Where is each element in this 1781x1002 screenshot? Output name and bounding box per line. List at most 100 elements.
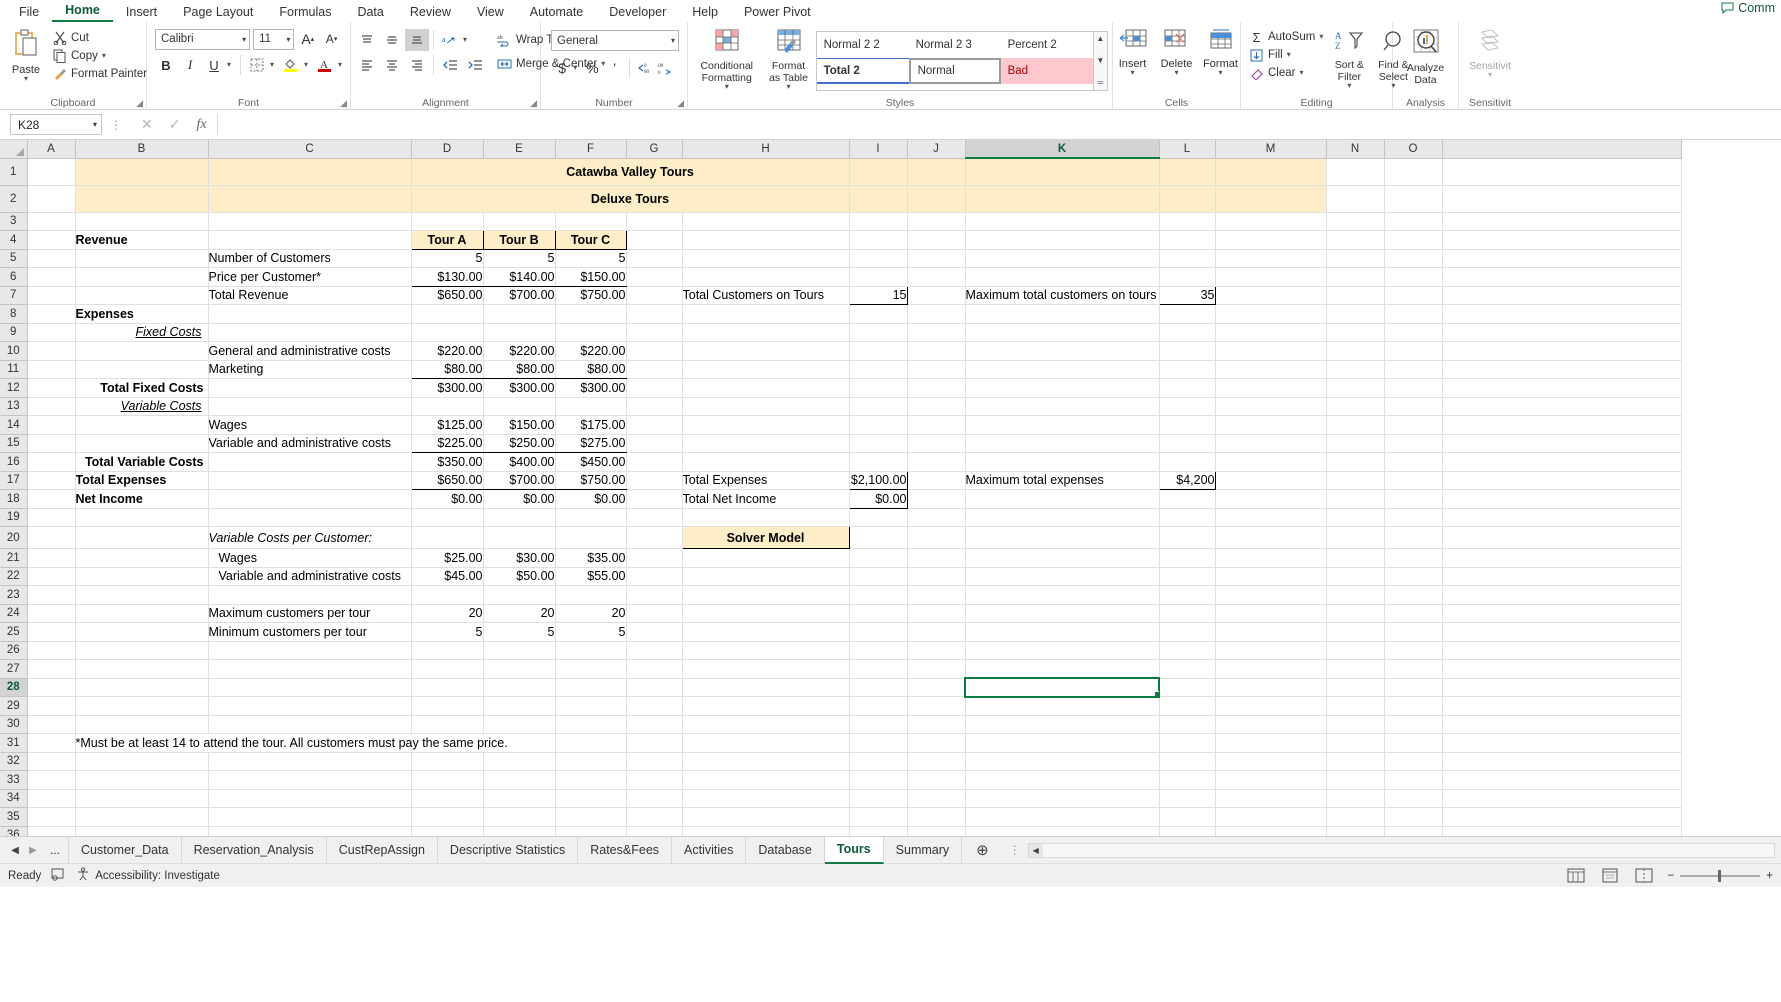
cell-e32[interactable] [483, 752, 556, 771]
cell-variable-admin-pc-tour-b[interactable]: $50.00 [483, 567, 556, 586]
cell-e35[interactable] [483, 807, 556, 827]
cell-p8[interactable] [1442, 304, 1682, 324]
cell-o9[interactable] [1384, 323, 1443, 342]
cell-k14[interactable] [965, 415, 1160, 435]
cell-c13[interactable] [208, 397, 412, 416]
cell-j12[interactable] [907, 378, 966, 398]
cell-i1[interactable] [849, 158, 908, 186]
cell-c19[interactable] [208, 508, 412, 527]
cell-j11[interactable] [907, 360, 966, 379]
cell-a5[interactable] [27, 249, 76, 268]
cell-n20[interactable] [1326, 526, 1385, 549]
cell-b26[interactable] [75, 641, 209, 660]
cell-e20[interactable] [483, 526, 556, 549]
row-header-9[interactable]: 9 [0, 323, 28, 342]
cell-a12[interactable] [27, 378, 76, 398]
cell-l19[interactable] [1159, 508, 1216, 527]
ribbon-tab-page-layout[interactable]: Page Layout [170, 3, 266, 22]
cell-i3[interactable] [849, 212, 908, 231]
cell-b22[interactable] [75, 567, 209, 586]
cell-f35[interactable] [555, 807, 627, 827]
cell-d29[interactable] [411, 696, 484, 716]
ribbon-tab-help[interactable]: Help [679, 3, 731, 22]
cell-total-net-income-value[interactable]: $0.00 [848, 489, 908, 509]
row-header-29[interactable]: 29 [0, 696, 28, 716]
cell-l22[interactable] [1159, 567, 1216, 586]
zoom-handle[interactable] [1718, 869, 1722, 882]
row-header-5[interactable]: 5 [0, 249, 28, 268]
cell-l5[interactable] [1159, 249, 1216, 268]
cell-m7[interactable] [1215, 286, 1327, 305]
cell-a23[interactable] [27, 585, 76, 605]
row-header-32[interactable]: 32 [0, 752, 28, 771]
cell-customers-tour-b[interactable]: 5 [483, 249, 556, 268]
cell-l23[interactable] [1159, 585, 1216, 605]
cell-j18[interactable] [907, 489, 966, 509]
borders-button[interactable] [246, 54, 268, 76]
align-middle-button[interactable] [380, 29, 404, 51]
ribbon-tab-developer[interactable]: Developer [596, 3, 679, 22]
cell-variable-admin-pc-tour-a[interactable]: $45.00 [411, 567, 484, 586]
cell-n23[interactable] [1326, 585, 1385, 605]
cell-o34[interactable] [1384, 789, 1443, 808]
spreadsheet-grid[interactable]: A B C D E F G H I J K L M N O 1 Catawba … [0, 140, 1781, 836]
cell-p34[interactable] [1442, 789, 1682, 808]
cell-i12[interactable] [849, 378, 908, 398]
cell-o6[interactable] [1384, 267, 1443, 287]
increase-font-size-button[interactable]: A ▴ [297, 28, 318, 50]
cell-n6[interactable] [1326, 267, 1385, 287]
fill-color-button[interactable] [280, 54, 302, 76]
cell-m28[interactable] [1215, 678, 1327, 697]
cell-o20[interactable] [1384, 526, 1443, 549]
cell-p12[interactable] [1442, 378, 1682, 398]
cell-g10[interactable] [626, 341, 683, 361]
cell-p23[interactable] [1442, 585, 1682, 605]
cell-wages-pc-tour-b[interactable]: $30.00 [483, 548, 556, 568]
insert-chevron-down-icon[interactable]: ▾ [1130, 69, 1134, 77]
cell-b10[interactable] [75, 341, 209, 361]
cell-b19[interactable] [75, 508, 209, 527]
cell-i27[interactable] [849, 659, 908, 679]
decrease-indent-button[interactable] [438, 54, 462, 76]
cell-i36[interactable] [849, 826, 908, 836]
cell-m10[interactable] [1215, 341, 1327, 361]
row-header-34[interactable]: 34 [0, 789, 28, 808]
cell-a26[interactable] [27, 641, 76, 660]
cell-m9[interactable] [1215, 323, 1327, 342]
column-header-d[interactable]: D [411, 140, 484, 159]
cell-p15[interactable] [1442, 434, 1682, 453]
cell-total-fixed-costs-label[interactable]: Total Fixed Costs [75, 378, 209, 398]
borders-chevron-down-icon[interactable]: ▾ [270, 61, 274, 69]
sheet-nav-next-icon[interactable]: ▶ [24, 845, 42, 856]
decrease-decimal-button[interactable]: .00 0 [655, 57, 677, 79]
align-top-button[interactable] [355, 29, 379, 51]
cell-c4[interactable] [208, 230, 412, 250]
cell-n22[interactable] [1326, 567, 1385, 586]
cell-j34[interactable] [907, 789, 966, 808]
row-header-3[interactable]: 3 [0, 212, 28, 231]
cell-number-of-customers-label[interactable]: Number of Customers [208, 249, 412, 268]
cell-j16[interactable] [907, 452, 966, 472]
cell-m19[interactable] [1215, 508, 1327, 527]
cell-c32[interactable] [208, 752, 412, 771]
cell-l28[interactable] [1159, 678, 1216, 697]
cell-g27[interactable] [626, 659, 683, 679]
cell-net-income-tour-c[interactable]: $0.00 [555, 489, 627, 509]
cell-k34[interactable] [965, 789, 1160, 808]
horizontal-scrollbar[interactable]: ◀ [1027, 842, 1775, 858]
sheet-tab-database[interactable]: Database [746, 836, 825, 864]
cell-i24[interactable] [849, 604, 908, 623]
cell-d19[interactable] [411, 508, 484, 527]
comma-format-button[interactable]: ’ [603, 57, 625, 79]
cell-a16[interactable] [27, 452, 76, 472]
cell-l34[interactable] [1159, 789, 1216, 808]
cell-n15[interactable] [1326, 434, 1385, 453]
cell-c34[interactable] [208, 789, 412, 808]
page-layout-view-icon[interactable] [1600, 868, 1620, 884]
cell-p22[interactable] [1442, 567, 1682, 586]
cell-e8[interactable] [483, 304, 556, 324]
percent-format-button[interactable]: % [581, 57, 603, 79]
cell-h10[interactable] [682, 341, 850, 361]
cell-a24[interactable] [27, 604, 76, 623]
cell-l33[interactable] [1159, 770, 1216, 790]
